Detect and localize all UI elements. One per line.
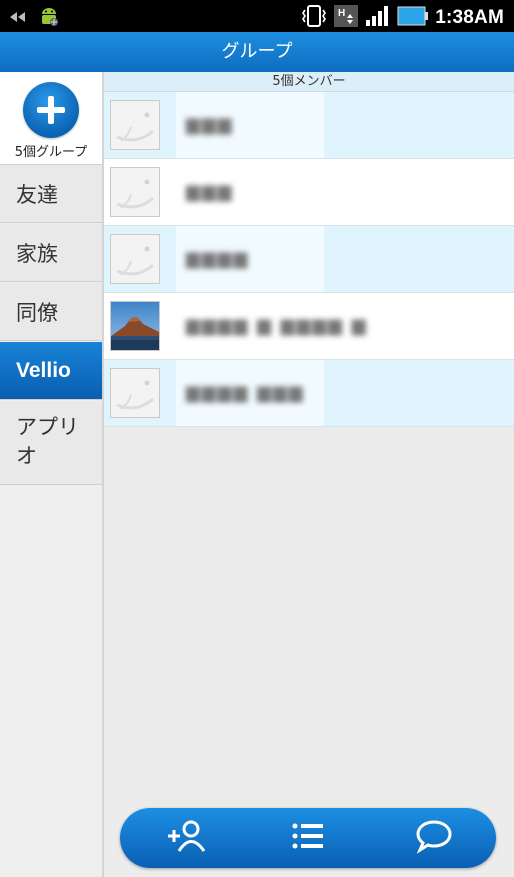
- sidebar-item-label: Vellio: [16, 358, 71, 382]
- sidebar-item-vellio[interactable]: Vellio: [0, 342, 102, 400]
- status-time: 1:38AM: [435, 7, 504, 28]
- member-name: ▆▆▆▆ ▆▆▆: [186, 382, 305, 403]
- sidebar-item-label: 家族: [16, 241, 58, 266]
- member-row[interactable]: ▆▆▆▆: [104, 226, 514, 293]
- sidebar-item-friends[interactable]: 友達: [0, 165, 102, 223]
- sidebar-item-colleagues[interactable]: 同僚: [0, 283, 102, 341]
- list-icon: [290, 820, 326, 856]
- sidebar-item-label: 友達: [16, 182, 58, 207]
- svg-text:H: H: [338, 8, 345, 19]
- back-arrows-icon: [8, 9, 32, 28]
- default-avatar-icon: [110, 100, 160, 150]
- sidebar-item-label: アプリオ: [16, 415, 79, 468]
- member-row[interactable]: ▆▆▆: [104, 92, 514, 159]
- member-name: ▆▆▆▆: [186, 248, 250, 269]
- member-row[interactable]: ▆▆▆▆ ▆▆▆: [104, 360, 514, 427]
- sidebar-item-apps[interactable]: アプリオ: [0, 401, 102, 485]
- group-sidebar: 5個グループ 友達 家族 同僚 Vellio アプリオ: [0, 72, 104, 877]
- member-list: 5個メンバー ▆▆▆ ▆▆▆ ▆▆▆▆ ▆▆▆▆ ▆ ▆▆▆▆ ▆ ▆▆▆▆ ▆…: [104, 72, 514, 805]
- group-count-label: 5個グループ: [14, 145, 88, 160]
- member-name: ▆▆▆▆ ▆ ▆▆▆▆ ▆: [186, 315, 368, 336]
- network-h-icon: H: [333, 4, 359, 32]
- chat-icon: [414, 818, 454, 858]
- default-avatar-icon: [110, 234, 160, 284]
- status-bar: H 1:38AM: [0, 0, 514, 32]
- add-member-button[interactable]: [164, 818, 208, 858]
- android-icon: [38, 5, 60, 31]
- member-row[interactable]: ▆▆▆▆ ▆ ▆▆▆▆ ▆: [104, 293, 514, 360]
- page-title: グループ: [221, 41, 293, 62]
- signal-icon: [365, 5, 391, 31]
- list-button[interactable]: [286, 818, 330, 858]
- bottom-action-bar: [120, 808, 496, 868]
- member-count-header: 5個メンバー: [104, 72, 514, 92]
- vibrate-icon: [301, 4, 327, 32]
- add-group-button[interactable]: [23, 82, 79, 138]
- mountain-photo: [110, 301, 160, 351]
- status-left: [8, 5, 60, 31]
- title-bar: グループ: [0, 32, 514, 73]
- member-name: ▆▆▆: [186, 181, 234, 202]
- sidebar-item-family[interactable]: 家族: [0, 224, 102, 282]
- member-row[interactable]: ▆▆▆: [104, 159, 514, 226]
- default-avatar-icon: [110, 167, 160, 217]
- default-avatar-icon: [110, 368, 160, 418]
- battery-icon: [397, 5, 429, 31]
- member-name: ▆▆▆: [186, 114, 234, 135]
- sidebar-item-label: 同僚: [16, 300, 58, 325]
- add-group-area: 5個グループ: [0, 72, 102, 165]
- status-right: H 1:38AM: [301, 4, 504, 32]
- chat-button[interactable]: [412, 818, 456, 858]
- add-person-icon: [165, 818, 207, 858]
